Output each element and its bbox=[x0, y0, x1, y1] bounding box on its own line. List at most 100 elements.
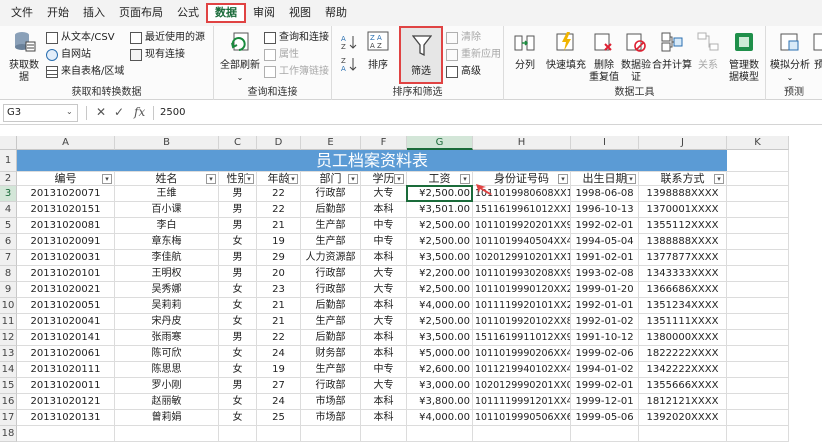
from-web-button[interactable]: 自网站 bbox=[46, 47, 91, 62]
menu-help[interactable]: 帮助 bbox=[318, 3, 354, 23]
table-cell[interactable]: 陈思思 bbox=[115, 362, 219, 378]
cell[interactable] bbox=[219, 426, 257, 442]
table-cell[interactable]: 宋丹皮 bbox=[115, 314, 219, 330]
table-cell[interactable]: 20131020071 bbox=[17, 186, 115, 202]
advanced-filter-button[interactable]: 高级 bbox=[446, 64, 481, 79]
header-cell[interactable]: 姓名 ▾ bbox=[115, 172, 219, 186]
table-cell[interactable]: 1999-01-20 bbox=[571, 282, 639, 298]
table-cell[interactable]: 李佳航 bbox=[115, 250, 219, 266]
table-cell[interactable]: ¥2,200.00 bbox=[407, 266, 473, 282]
cell[interactable] bbox=[727, 172, 789, 186]
table-cell[interactable]: 1351234XXXX bbox=[639, 298, 727, 314]
row-header-11[interactable]: 11 bbox=[0, 314, 17, 330]
header-cell[interactable]: 工资 ▾ bbox=[407, 172, 473, 186]
cell[interactable] bbox=[571, 426, 639, 442]
table-cell[interactable]: ¥3,500.00 bbox=[407, 330, 473, 346]
table-cell[interactable]: 23 bbox=[257, 282, 301, 298]
remove-duplicates-button[interactable]: 删除 重复值 bbox=[588, 30, 620, 84]
table-cell[interactable]: 20131020121 bbox=[17, 394, 115, 410]
table-cell[interactable]: 张雨寒 bbox=[115, 330, 219, 346]
table-cell[interactable]: 1343333XXXX bbox=[639, 266, 727, 282]
cell[interactable] bbox=[727, 330, 789, 346]
row-header-7[interactable]: 7 bbox=[0, 250, 17, 266]
table-cell[interactable]: ¥3,000.00 bbox=[407, 378, 473, 394]
menu-home[interactable]: 开始 bbox=[40, 3, 76, 23]
table-cell[interactable]: 20131020011 bbox=[17, 378, 115, 394]
table-cell[interactable]: 20131020021 bbox=[17, 282, 115, 298]
table-cell[interactable]: 21 bbox=[257, 314, 301, 330]
column-header-j[interactable]: J bbox=[639, 136, 727, 150]
table-cell[interactable]: 102012999020​1XX0 bbox=[473, 378, 571, 394]
table-cell[interactable]: 1998-06-08 bbox=[571, 186, 639, 202]
chevron-down-icon[interactable]: ⌄ bbox=[66, 107, 73, 116]
row-header-16[interactable]: 16 bbox=[0, 394, 17, 410]
text-to-columns-button[interactable]: 分列 bbox=[508, 30, 542, 72]
sort-az-button[interactable]: AZ bbox=[340, 34, 360, 54]
table-cell[interactable]: 大专 bbox=[361, 266, 407, 282]
column-header-b[interactable]: B bbox=[115, 136, 219, 150]
row-header-17[interactable]: 17 bbox=[0, 410, 17, 426]
select-all-corner[interactable] bbox=[0, 136, 17, 150]
cell[interactable] bbox=[727, 314, 789, 330]
table-cell[interactable]: 1996-10-13 bbox=[571, 202, 639, 218]
table-cell[interactable]: 中专 bbox=[361, 234, 407, 250]
table-cell[interactable]: 20131020041 bbox=[17, 314, 115, 330]
cell[interactable] bbox=[727, 362, 789, 378]
filter-button[interactable]: 筛选 bbox=[399, 26, 443, 84]
column-header-f[interactable]: F bbox=[361, 136, 407, 150]
table-cell[interactable]: 吴秀娜 bbox=[115, 282, 219, 298]
cell[interactable] bbox=[727, 426, 789, 442]
cell[interactable] bbox=[727, 234, 789, 250]
table-cell[interactable]: 生产部 bbox=[301, 362, 361, 378]
table-cell[interactable]: 女 bbox=[219, 346, 257, 362]
table-cell[interactable]: ¥2,500.00 bbox=[407, 234, 473, 250]
cell[interactable] bbox=[727, 202, 789, 218]
cell[interactable] bbox=[727, 394, 789, 410]
reapply-button[interactable]: 重新应用 bbox=[446, 47, 501, 62]
formula-input[interactable]: 2500 bbox=[160, 105, 185, 121]
table-cell[interactable]: ¥3,500.00 bbox=[407, 250, 473, 266]
table-cell[interactable]: 1380000XXXX bbox=[639, 330, 727, 346]
table-cell[interactable]: 24 bbox=[257, 346, 301, 362]
row-header-1[interactable]: 1 bbox=[0, 150, 17, 172]
table-cell[interactable]: 101111999120​1XX4 bbox=[473, 394, 571, 410]
table-cell[interactable]: 22 bbox=[257, 330, 301, 346]
table-cell[interactable]: 1370001XXXX bbox=[639, 202, 727, 218]
table-cell[interactable]: 1377877XXXX bbox=[639, 250, 727, 266]
menu-insert[interactable]: 插入 bbox=[76, 3, 112, 23]
table-cell[interactable]: 男 bbox=[219, 266, 257, 282]
table-cell[interactable]: 101101992010​2XX8 bbox=[473, 314, 571, 330]
table-cell[interactable]: 大专 bbox=[361, 314, 407, 330]
table-cell[interactable]: ¥2,500.00 bbox=[407, 314, 473, 330]
table-cell[interactable]: ¥3,501.00 bbox=[407, 202, 473, 218]
table-cell[interactable]: 中专 bbox=[361, 218, 407, 234]
table-cell[interactable]: 女 bbox=[219, 410, 257, 426]
enter-icon[interactable]: ✓ bbox=[114, 105, 124, 119]
row-header-10[interactable]: 10 bbox=[0, 298, 17, 314]
table-cell[interactable]: 女 bbox=[219, 314, 257, 330]
cell[interactable] bbox=[727, 346, 789, 362]
table-cell[interactable]: ¥5,000.00 bbox=[407, 346, 473, 362]
row-header-9[interactable]: 9 bbox=[0, 282, 17, 298]
cell[interactable] bbox=[727, 282, 789, 298]
row-header-6[interactable]: 6 bbox=[0, 234, 17, 250]
column-header-k[interactable]: K bbox=[727, 136, 789, 150]
recent-sources-button[interactable]: 最近使用的源 bbox=[130, 30, 205, 45]
table-cell[interactable]: 本科 bbox=[361, 346, 407, 362]
table-cell[interactable]: 1999-02-06 bbox=[571, 346, 639, 362]
table-cell[interactable]: 本科 bbox=[361, 394, 407, 410]
cell[interactable] bbox=[727, 266, 789, 282]
cell[interactable] bbox=[257, 426, 301, 442]
table-cell[interactable]: 25 bbox=[257, 410, 301, 426]
table-cell[interactable]: 本科 bbox=[361, 250, 407, 266]
what-if-button[interactable]: 模拟分析 ⌄ bbox=[768, 30, 812, 84]
cell[interactable] bbox=[727, 186, 789, 202]
data-validation-button[interactable]: 数据验 证 bbox=[620, 30, 652, 84]
table-cell[interactable]: 李白 bbox=[115, 218, 219, 234]
table-cell[interactable]: 101121994010​2XX4 bbox=[473, 362, 571, 378]
table-cell[interactable]: 行政部 bbox=[301, 378, 361, 394]
table-cell[interactable]: 24 bbox=[257, 394, 301, 410]
row-header-18[interactable]: 18 bbox=[0, 426, 17, 442]
cell[interactable] bbox=[473, 426, 571, 442]
table-cell[interactable]: 生产部 bbox=[301, 234, 361, 250]
